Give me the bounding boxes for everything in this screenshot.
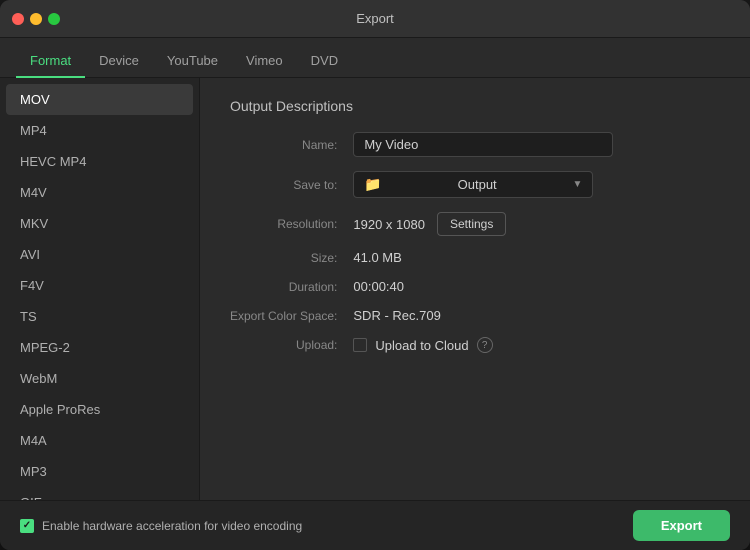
export-window: Export Format Device YouTube Vimeo DVD M… (0, 0, 750, 550)
settings-button[interactable]: Settings (437, 212, 506, 236)
tab-youtube[interactable]: YouTube (153, 45, 232, 78)
hw-accel-row: Enable hardware acceleration for video e… (20, 519, 302, 533)
size-value: 41.0 MB (353, 250, 720, 265)
hw-accel-checkbox[interactable] (20, 519, 34, 533)
tab-device[interactable]: Device (85, 45, 153, 78)
sidebar-item-gif[interactable]: GIF (0, 487, 199, 500)
sidebar-item-mp4[interactable]: MP4 (0, 115, 199, 146)
resolution-value: 1920 x 1080 (353, 217, 425, 232)
resolution-row: 1920 x 1080 Settings (353, 212, 720, 236)
sidebar-item-m4a[interactable]: M4A (0, 425, 199, 456)
resolution-label: Resolution: (230, 217, 337, 231)
name-label: Name: (230, 138, 337, 152)
sidebar-item-m4v[interactable]: M4V (0, 177, 199, 208)
export-button[interactable]: Export (633, 510, 730, 541)
sidebar-item-mp3[interactable]: MP3 (0, 456, 199, 487)
window-title: Export (356, 11, 394, 26)
title-bar: Export (0, 0, 750, 38)
output-form: Name: Save to: 📁 Output ▼ Resolution: 19… (230, 132, 720, 353)
sidebar-item-apple-prores[interactable]: Apple ProRes (0, 394, 199, 425)
info-icon[interactable]: ? (477, 337, 493, 353)
sidebar-item-hevc-mp4[interactable]: HEVC MP4 (0, 146, 199, 177)
minimize-button[interactable] (30, 13, 42, 25)
maximize-button[interactable] (48, 13, 60, 25)
upload-to-cloud-label: Upload to Cloud (375, 338, 468, 353)
duration-label: Duration: (230, 280, 337, 294)
format-sidebar: MOV MP4 HEVC MP4 M4V MKV AVI F4V TS MPEG… (0, 78, 200, 500)
sidebar-item-f4v[interactable]: F4V (0, 270, 199, 301)
duration-value: 00:00:40 (353, 279, 720, 294)
tab-bar: Format Device YouTube Vimeo DVD (0, 38, 750, 78)
output-panel: Output Descriptions Name: Save to: 📁 Out… (200, 78, 750, 500)
color-space-label: Export Color Space: (230, 309, 337, 323)
chevron-down-icon: ▼ (572, 179, 582, 190)
sidebar-item-webm[interactable]: WebM (0, 363, 199, 394)
sidebar-item-mov[interactable]: MOV (6, 84, 193, 115)
tab-dvd[interactable]: DVD (297, 45, 352, 78)
upload-checkbox[interactable] (353, 338, 367, 352)
tab-format[interactable]: Format (16, 45, 85, 78)
bottom-bar: Enable hardware acceleration for video e… (0, 500, 750, 550)
hw-accel-label: Enable hardware acceleration for video e… (42, 519, 302, 533)
close-button[interactable] (12, 13, 24, 25)
color-space-value: SDR - Rec.709 (353, 308, 720, 323)
size-label: Size: (230, 251, 337, 265)
section-title: Output Descriptions (230, 98, 720, 114)
sidebar-item-avi[interactable]: AVI (0, 239, 199, 270)
sidebar-item-mkv[interactable]: MKV (0, 208, 199, 239)
name-input[interactable] (353, 132, 613, 157)
tab-vimeo[interactable]: Vimeo (232, 45, 297, 78)
sidebar-item-mpeg2[interactable]: MPEG-2 (0, 332, 199, 363)
save-to-value: Output (458, 177, 497, 192)
upload-label: Upload: (230, 338, 337, 352)
save-to-dropdown[interactable]: 📁 Output ▼ (353, 171, 593, 198)
save-to-label: Save to: (230, 178, 337, 192)
folder-icon: 📁 (364, 176, 381, 193)
sidebar-item-ts[interactable]: TS (0, 301, 199, 332)
main-content: MOV MP4 HEVC MP4 M4V MKV AVI F4V TS MPEG… (0, 78, 750, 500)
upload-row: Upload to Cloud ? (353, 337, 720, 353)
name-field-wrapper (353, 132, 720, 157)
traffic-lights (12, 13, 60, 25)
